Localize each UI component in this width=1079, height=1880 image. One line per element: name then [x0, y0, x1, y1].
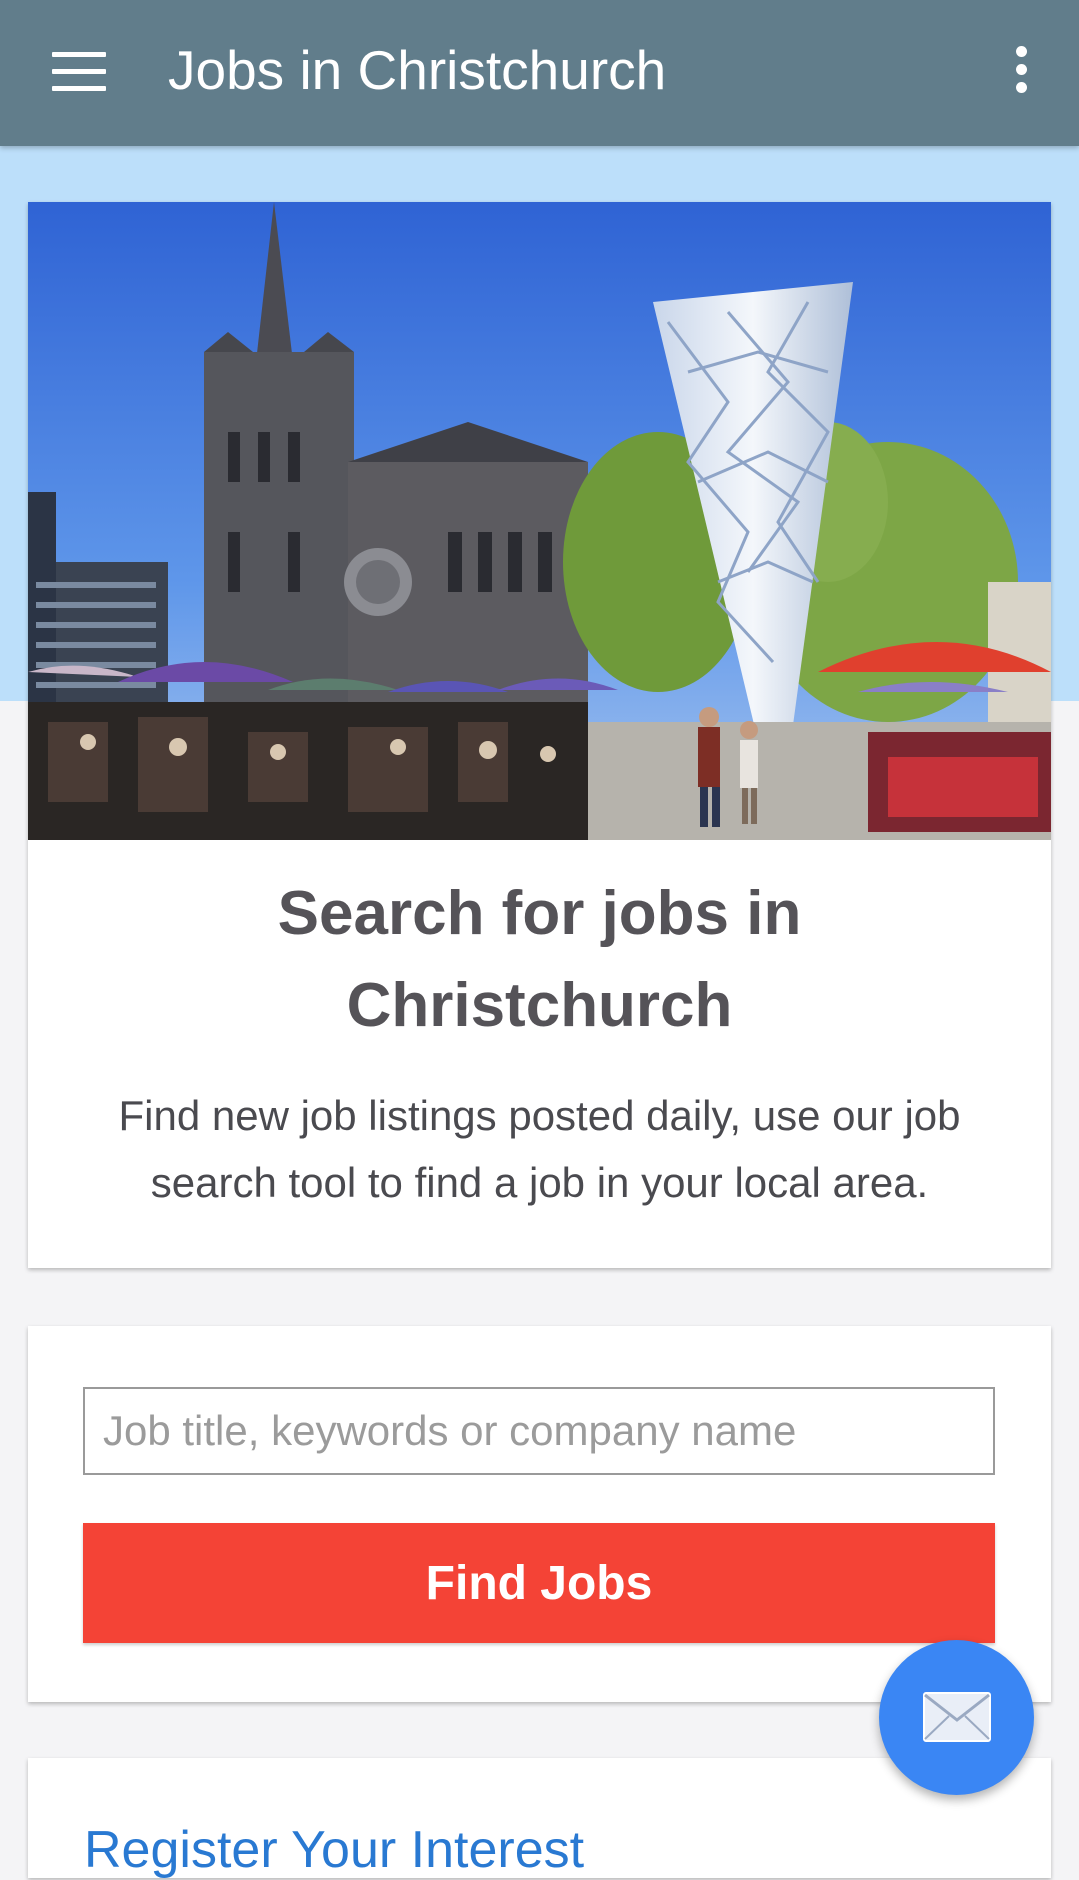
- hero-image: [28, 202, 1051, 840]
- more-vert-icon[interactable]: [1011, 44, 1031, 96]
- register-card: Register Your Interest: [28, 1758, 1051, 1880]
- hero-title: Search for jobs in Christchurch: [277, 879, 802, 1040]
- search-card: Find Jobs: [28, 1326, 1051, 1702]
- email-fab[interactable]: [879, 1640, 1034, 1795]
- menu-icon[interactable]: [52, 52, 106, 92]
- hero-description: Find new job listings posted daily, use …: [118, 1092, 961, 1206]
- email-icon: [923, 1692, 991, 1742]
- find-jobs-button[interactable]: Find Jobs: [83, 1523, 995, 1643]
- app-title: Jobs in Christchurch: [168, 39, 667, 101]
- register-interest-link[interactable]: Register Your Interest: [84, 1820, 584, 1880]
- app-bar: Jobs in Christchurch: [0, 0, 1079, 146]
- search-input[interactable]: [83, 1387, 995, 1475]
